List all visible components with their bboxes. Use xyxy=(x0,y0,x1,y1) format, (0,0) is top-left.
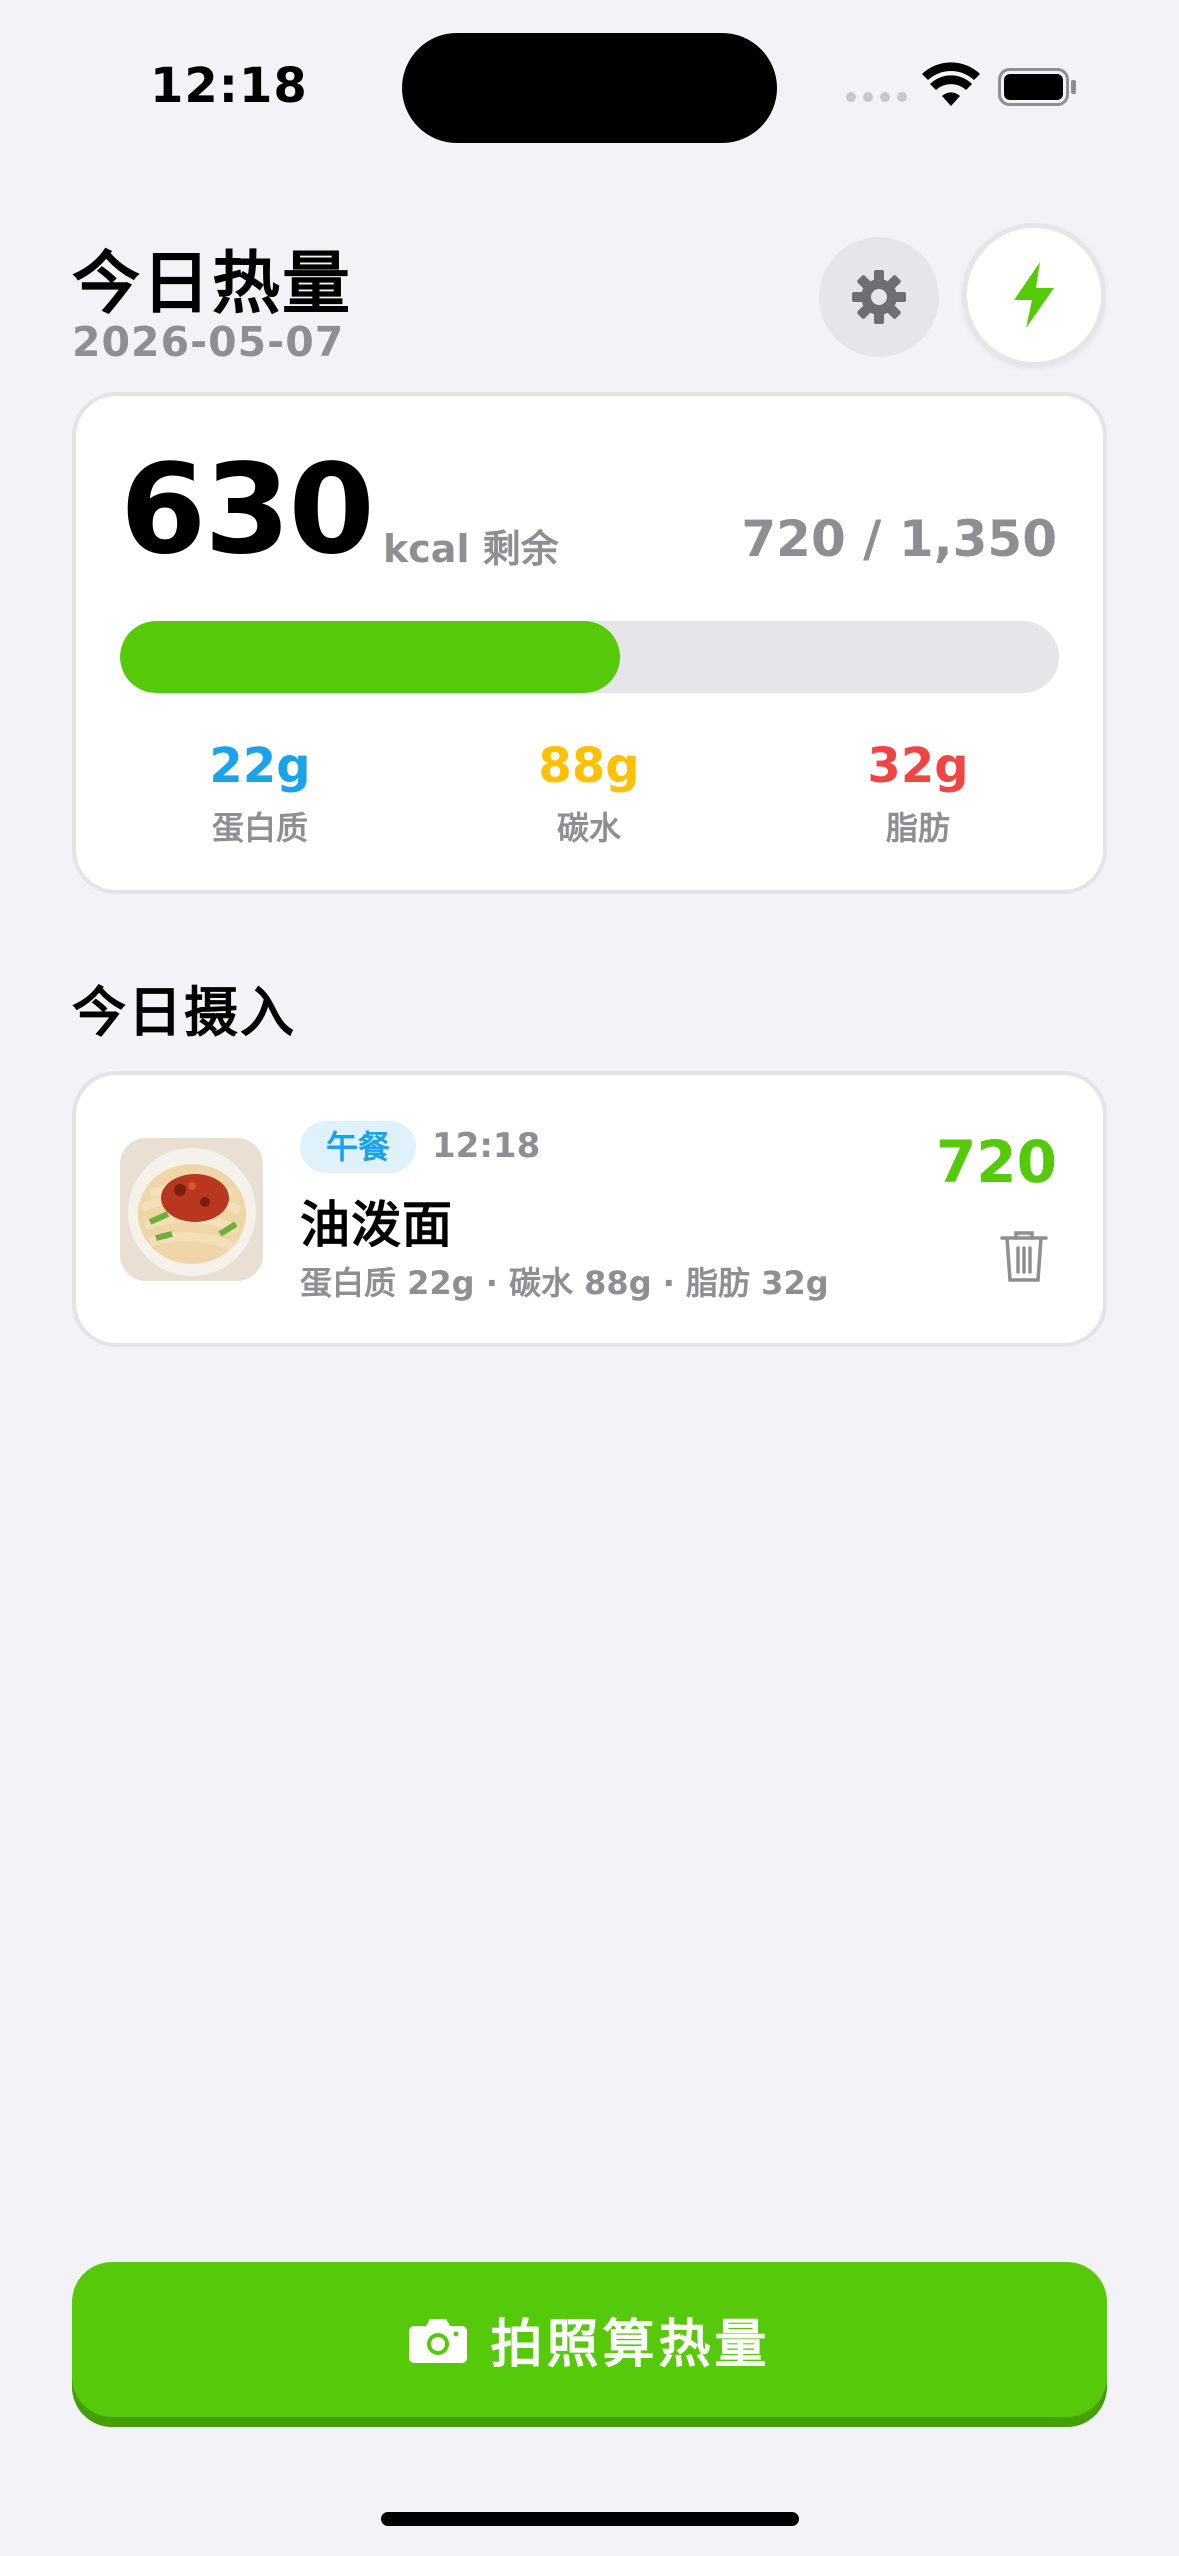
lightning-bolt-icon xyxy=(1014,262,1054,328)
take-photo-label: 拍照算热量 xyxy=(490,2315,771,2375)
meal-time: 12:18 xyxy=(432,1126,541,1166)
macro-protein: 22g 蛋白质 xyxy=(110,740,410,849)
meal-calories: 720 xyxy=(935,1128,1057,1196)
gear-icon xyxy=(852,270,906,324)
macro-fat-label: 脂肪 xyxy=(885,808,950,847)
calorie-progress-fill xyxy=(120,621,621,693)
cellular-signal-icon xyxy=(846,92,907,102)
page-title: 今日热量 xyxy=(72,245,353,324)
settings-button[interactable] xyxy=(819,237,939,357)
remaining-unit-label: kcal 剩余 xyxy=(383,527,559,571)
macro-carbs: 88g 碳水 xyxy=(439,740,739,849)
status-time: 12:18 xyxy=(150,58,308,114)
calorie-progress-bar xyxy=(120,621,1059,693)
battery-icon xyxy=(998,68,1076,106)
meal-macros: 蛋白质 22g · 碳水 88g · 脂肪 32g xyxy=(300,1264,829,1302)
delete-trash-icon[interactable] xyxy=(998,1228,1050,1284)
macro-fat-value: 32g xyxy=(867,738,969,794)
meal-type-badge: 午餐 xyxy=(300,1121,417,1173)
macro-fat: 32g 脂肪 xyxy=(768,740,1068,849)
camera-icon xyxy=(409,2318,468,2363)
take-photo-button[interactable]: 拍照算热量 xyxy=(72,2262,1107,2417)
food-thumbnail-image xyxy=(120,1138,263,1281)
consumed-vs-goal: 720 / 1,350 xyxy=(741,510,1057,568)
remaining-calories: 630 xyxy=(120,438,375,582)
dynamic-island xyxy=(402,33,777,143)
wifi-icon xyxy=(922,62,980,106)
intake-section-title: 今日摄入 xyxy=(72,981,296,1044)
quick-add-button[interactable] xyxy=(962,223,1106,367)
home-indicator[interactable] xyxy=(381,2512,799,2526)
meal-photo xyxy=(120,1138,263,1281)
macro-carbs-label: 碳水 xyxy=(556,808,621,847)
macro-protein-label: 蛋白质 xyxy=(211,808,308,847)
meal-name: 油泼面 xyxy=(300,1196,453,1254)
macro-carbs-value: 88g xyxy=(538,738,640,794)
macro-protein-value: 22g xyxy=(209,738,311,794)
page-date: 2026-05-07 xyxy=(72,318,345,366)
